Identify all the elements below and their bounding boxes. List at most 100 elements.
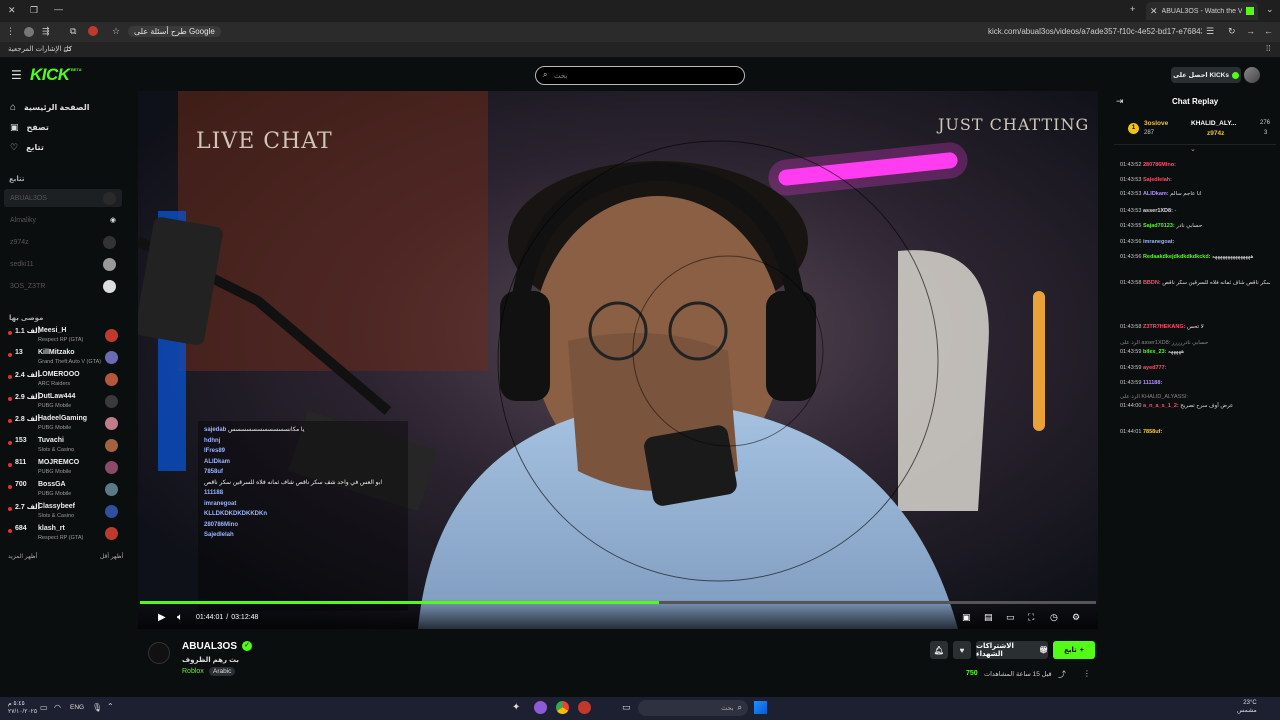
chat-username[interactable]: 7858uf: (1143, 429, 1162, 435)
extensions-icon[interactable]: ⇶ (42, 26, 50, 37)
hamburger-menu-icon[interactable]: ☰ (11, 68, 22, 82)
taskbar-app-icon[interactable]: ✦ (512, 702, 520, 713)
tab-close-icon[interactable]: ✕ (1150, 6, 1158, 17)
shield-icon[interactable] (88, 26, 98, 36)
apps-grid-icon[interactable]: ⁞⁞ (1266, 44, 1270, 53)
gift-subscriptions-button[interactable]: الاشتراكات الشهداء 🎁︎ (976, 641, 1048, 659)
weather-widget[interactable]: 23°C مشمس (1237, 699, 1257, 715)
chat-username[interactable]: Z3TR7HEKANG: (1143, 324, 1185, 330)
pip-icon[interactable]: ▣ (962, 612, 971, 623)
restore-window-icon[interactable]: ❐ (30, 5, 38, 16)
clip-icon[interactable]: ▤ (984, 612, 993, 623)
wifi-icon[interactable]: ◠ (54, 703, 61, 712)
chat-username[interactable]: Redaakdkejdkdkdkdkckd: (1143, 254, 1211, 260)
notification-bell-button[interactable]: 🔔︎ (930, 641, 948, 659)
recommended-item[interactable]: 153 Tuvachi Slots & Casino (4, 436, 122, 458)
recommended-item[interactable]: 2.9 ألف OutLaw444 PUBG Mobile (4, 392, 122, 414)
back-icon[interactable]: ← (1264, 26, 1273, 36)
language-tag[interactable]: Arabic (209, 667, 236, 676)
chat-username[interactable]: a_n_a_s_1_2: (1143, 403, 1179, 409)
search-icon: ⌕ (737, 703, 742, 712)
more-options-icon[interactable]: ⋮ (1083, 669, 1091, 678)
play-icon[interactable]: ▶ (158, 612, 166, 623)
chat-username[interactable]: Sajedlelah: (1143, 177, 1172, 183)
recommended-item[interactable]: 2.4 ألف LOMEROOO ARC Raiders (4, 370, 122, 392)
chat-username[interactable]: imranegoat: (1143, 239, 1174, 245)
settings-gear-icon[interactable]: ⚙ (1072, 612, 1080, 623)
url-text[interactable]: kick.com/abual3os/videos/a7ade357-f10c-4… (988, 27, 1202, 36)
bookmark-star-icon[interactable]: ☆ (112, 26, 120, 37)
file-explorer-icon[interactable]: ▭ (622, 702, 631, 713)
new-tab-icon[interactable]: + (1130, 4, 1135, 14)
collapse-chat-icon[interactable]: ⇥ (1116, 96, 1124, 107)
chat-username[interactable]: 111188: (1143, 380, 1162, 386)
recommended-item[interactable]: 2.8 ألف HadeelGaming PUBG Mobile (4, 414, 122, 436)
chat-username[interactable]: ayed777: (1143, 365, 1167, 371)
clock[interactable]: ٥:٤٥ م ٢٧/١٠/٢٠٢٥ (8, 700, 37, 716)
chat-username[interactable]: asser1XD8: (1143, 208, 1173, 214)
following-item[interactable]: 3OS_Z3TR (4, 277, 122, 295)
share-icon[interactable]: ⧉ (70, 26, 76, 37)
recommended-item[interactable]: 811 MOJREMCO PUBG Mobile (4, 458, 122, 480)
browser-menu-icon[interactable]: ⋮ (6, 26, 15, 37)
progress-track[interactable] (140, 601, 1096, 604)
recommended-viewers: 13 (15, 349, 23, 356)
recommended-item[interactable]: 684 klash_rt Respect RP (GTA) (4, 524, 122, 546)
video-player[interactable]: LIVE CHAT JUST CHATTING sajedab يا مكانس… (138, 91, 1098, 629)
tab-search-icon[interactable]: ☰ (1206, 26, 1214, 37)
all-bookmarks-label[interactable]: كل الإشارات المرجعية (8, 45, 72, 53)
chat-username[interactable]: Sajad70123: (1143, 223, 1175, 229)
category-link[interactable]: Roblox (182, 668, 204, 675)
avatar (105, 351, 118, 364)
sidebar-item-home[interactable]: ⌂ الصفحة الرئيسية (10, 102, 90, 113)
sidebar-item-browse[interactable]: ▣ تصفح (10, 122, 49, 133)
channel-name[interactable]: ABUAL3OS (182, 641, 237, 652)
following-item[interactable]: z974z (4, 233, 122, 251)
sidebar-item-following[interactable]: ♡ تتابع (10, 142, 44, 153)
taskbar-app-icon[interactable] (534, 701, 547, 714)
recommended-item[interactable]: 2.7 ألف Classybeef Slots & Casino (4, 502, 122, 524)
tab-list-chevron-icon[interactable]: ⌄ (1266, 4, 1274, 15)
show-less-link[interactable]: أظهر أقل (100, 553, 123, 560)
reload-icon[interactable]: ↻ (1228, 26, 1236, 37)
chat-username[interactable]: BBDN: (1143, 280, 1161, 286)
channel-avatar[interactable] (148, 642, 170, 664)
volume-icon[interactable]: 🔈︎ (177, 612, 183, 623)
get-kicks-button[interactable]: احصل على KICKs (1171, 67, 1241, 83)
show-more-link[interactable]: أظهر المزيد (8, 553, 37, 560)
chevron-up-icon[interactable]: ⌃ (107, 702, 114, 711)
theater-mode-icon[interactable]: ▭ (1006, 612, 1015, 623)
favorite-button[interactable]: ♥ (953, 641, 971, 659)
following-item[interactable]: sedki11 (4, 255, 122, 273)
user-avatar[interactable] (1244, 67, 1260, 83)
active-tab[interactable]: ✕ ABUAL3OS - Watch the VO (1146, 2, 1258, 20)
language-indicator[interactable]: ENG (70, 704, 84, 711)
search-input[interactable]: ⌕ بحث (535, 66, 745, 85)
profile-icon[interactable] (24, 27, 34, 37)
kick-logo[interactable]: KICK (30, 65, 70, 85)
playback-speed-icon[interactable]: ◷ (1050, 612, 1058, 623)
following-item[interactable]: Almaliky ◉ (4, 211, 122, 229)
microphone-icon[interactable]: 🎙︎ (92, 703, 102, 712)
chat-username[interactable]: bilex_23: (1143, 349, 1167, 355)
recommended-item[interactable]: 13 KillMitzako Grand Theft Auto V (GTA) (4, 348, 122, 370)
recommended-item[interactable]: 1.1 ألف Meesi_H Respect RP (GTA) (4, 326, 122, 348)
chat-username[interactable]: ALIDkam: (1143, 191, 1169, 197)
forward-icon[interactable]: → (1246, 26, 1255, 36)
minimize-window-icon[interactable]: — (54, 4, 63, 14)
share-icon[interactable]: ⤴ (1058, 669, 1066, 680)
chat-username[interactable]: 280786Mino: (1143, 162, 1176, 168)
battery-icon[interactable]: ▭ (40, 703, 48, 712)
google-ask-chip[interactable]: طرح أسئلة على Google (128, 26, 221, 37)
close-window-icon[interactable]: ✕ (8, 5, 16, 16)
follow-button[interactable]: تابع + (1053, 641, 1095, 659)
taskbar-search[interactable]: بحث ⌕ (638, 700, 748, 716)
taskbar-app-icon[interactable] (578, 701, 591, 714)
chat-timestamp: 01:43:53 (1120, 177, 1142, 183)
chrome-icon[interactable] (556, 701, 569, 714)
windows-start-icon[interactable] (754, 701, 767, 714)
scroll-down-chevron-icon[interactable]: ⌄ (1190, 145, 1196, 153)
recommended-item[interactable]: 700 BossGA PUBG Mobile (4, 480, 122, 502)
following-item[interactable]: ABUAL3OS (4, 189, 122, 207)
fullscreen-icon[interactable]: ⛶ (1028, 612, 1034, 623)
